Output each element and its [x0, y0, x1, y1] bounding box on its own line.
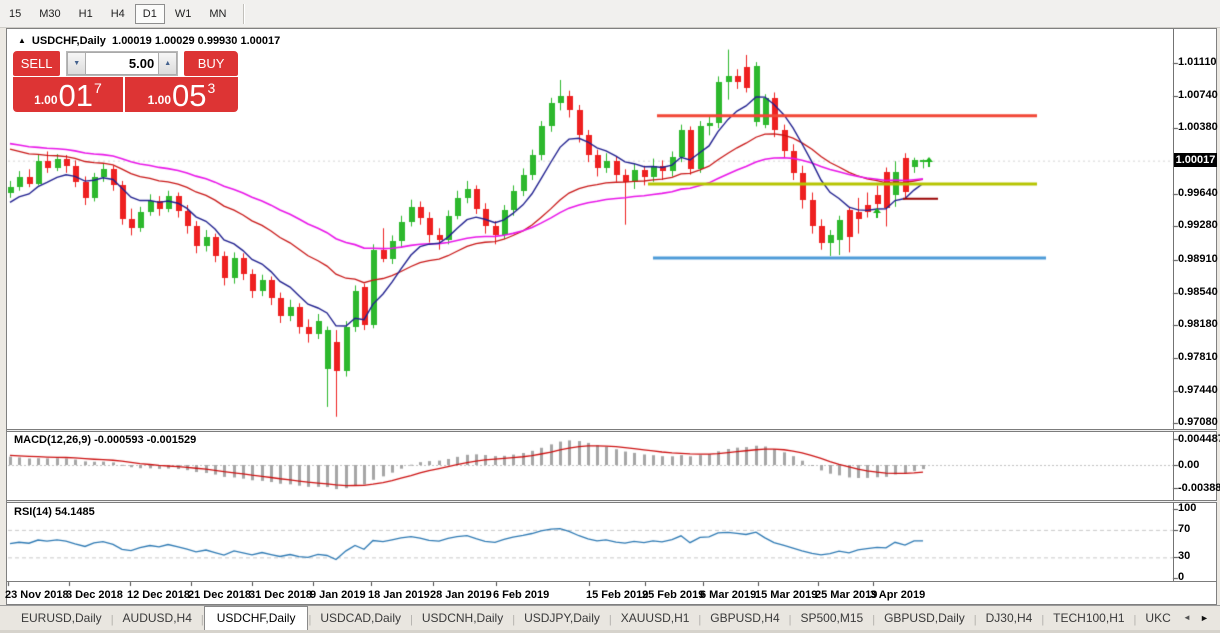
bid-big-digits: 01	[59, 81, 93, 110]
rsi-axis-label: 30	[1178, 550, 1190, 562]
date-axis-label: 18 Jan 2019	[368, 589, 430, 601]
date-axis-label: 3 Apr 2019	[870, 589, 925, 601]
panel-divider-dates	[7, 581, 1217, 582]
sell-button[interactable]: SELL	[13, 51, 60, 76]
date-axis-label: 28 Jan 2019	[430, 589, 492, 601]
macd-axis-label: 0.004487	[1178, 433, 1220, 445]
bid-pip-digit: 7	[94, 80, 102, 96]
date-axis-label: 31 Dec 2018	[249, 589, 312, 601]
tab-scroll-right-icon[interactable]: ►	[1200, 613, 1209, 623]
date-axis-label: 15 Feb 2019	[586, 589, 648, 601]
tab-scroll-left-icon[interactable]: ◄	[1183, 613, 1191, 622]
ask-quote-button[interactable]: 1.00 05 3	[125, 77, 238, 112]
rsi-axis-label: 70	[1178, 523, 1190, 535]
date-axis-label: 25 Mar 2019	[815, 589, 877, 601]
bid-prefix: 1.00	[34, 93, 57, 107]
volume-stepper: ▼ ▲	[66, 51, 178, 76]
panel-divider-macd[interactable]	[7, 429, 1217, 432]
price-axis-label: 0.97440	[1178, 384, 1218, 396]
price-axis-label: 0.99640	[1178, 187, 1218, 199]
date-axis-label: 6 Feb 2019	[493, 589, 549, 601]
price-axis-label: 1.01110	[1178, 56, 1217, 68]
collapse-arrow-icon[interactable]: ▲	[18, 36, 26, 45]
tab-sp500-m15[interactable]: SP500,M15	[792, 607, 873, 630]
tab-eurusd-daily[interactable]: EURUSD,Daily	[12, 607, 111, 630]
tab-dj30-h4[interactable]: DJ30,H4	[977, 607, 1042, 630]
tab-scroll-arrows: ◄ ►	[1174, 606, 1218, 629]
date-axis-label: 21 Dec 2018	[188, 589, 251, 601]
tab-gbpusd-daily[interactable]: GBPUSD,Daily	[875, 607, 974, 630]
panel-divider-rsi[interactable]	[7, 500, 1217, 503]
volume-down-icon[interactable]: ▼	[67, 52, 86, 75]
tab-usdchf-daily[interactable]: USDCHF,Daily	[204, 606, 309, 630]
price-axis-label: 0.98910	[1178, 253, 1218, 265]
date-axis-label: 9 Jan 2019	[310, 589, 366, 601]
chart-ohlc-values: 1.00019 1.00029 0.99930 1.00017	[112, 35, 280, 47]
ask-prefix: 1.00	[148, 93, 171, 107]
rsi-axis-label: 100	[1178, 502, 1196, 514]
tab-tech100-h1[interactable]: TECH100,H1	[1044, 607, 1133, 630]
price-axis-label: 0.99280	[1178, 219, 1218, 231]
tab-usdcnh-daily[interactable]: USDCNH,Daily	[413, 607, 512, 630]
date-axis-label: 3 Dec 2018	[66, 589, 123, 601]
mt4-terminal: 15M30H1H4D1W1MN ▲USDCHF,Daily 1.00019 1.…	[0, 0, 1220, 633]
tab-xauusd-h1[interactable]: XAUUSD,H1	[612, 607, 699, 630]
tab-usdcad-daily[interactable]: USDCAD,Daily	[311, 607, 410, 630]
ask-pip-digit: 3	[208, 80, 216, 96]
date-axis-label: 6 Mar 2019	[700, 589, 756, 601]
date-axis-label: 23 Nov 2018	[5, 589, 69, 601]
rsi-axis-label: 0	[1178, 571, 1184, 583]
price-axis-label: 0.97810	[1178, 351, 1218, 363]
price-axis-label: 1.00380	[1178, 121, 1218, 133]
volume-input[interactable]	[86, 52, 158, 75]
price-axis-label: 1.00740	[1178, 89, 1218, 101]
tab-usdjpy-daily[interactable]: USDJPY,Daily	[515, 607, 609, 630]
macd-axis-label: 0.00	[1178, 459, 1199, 471]
tab-gbpusd-h4[interactable]: GBPUSD,H4	[701, 607, 788, 630]
bid-quote-button[interactable]: 1.00 01 7	[13, 77, 123, 112]
chart-title: ▲ USDCHF,Daily 1.00019 1.00029 0.99930 1.…	[18, 35, 280, 47]
price-axis-label: 0.98180	[1178, 318, 1218, 330]
buy-button[interactable]: BUY	[184, 51, 238, 76]
date-axis-label: 15 Mar 2019	[755, 589, 817, 601]
macd-axis-label: -0.003883	[1178, 482, 1220, 494]
ask-big-digits: 05	[172, 81, 206, 110]
volume-up-icon[interactable]: ▲	[158, 52, 177, 75]
tab-audusd-h4[interactable]: AUDUSD,H4	[114, 607, 201, 630]
date-axis-label: 25 Feb 2019	[642, 589, 704, 601]
price-axis-label: 0.97080	[1178, 416, 1218, 428]
chart-tab-bar: EURUSD,Daily|AUDUSD,H4|USDCHF,Daily|USDC…	[0, 605, 1220, 630]
current-price-tag: 1.00017	[1174, 153, 1217, 167]
date-axis-label: 12 Dec 2018	[127, 589, 190, 601]
price-axis-label: 0.98540	[1178, 286, 1218, 298]
macd-indicator-label: MACD(12,26,9) -0.000593 -0.001529	[14, 434, 196, 446]
one-click-trade-panel: SELL ▼ ▲ BUY 1.00 01 7 1.00 05 3	[13, 51, 238, 112]
rsi-indicator-label: RSI(14) 54.1485	[14, 506, 95, 518]
chart-symbol-period: USDCHF,Daily	[32, 35, 106, 47]
